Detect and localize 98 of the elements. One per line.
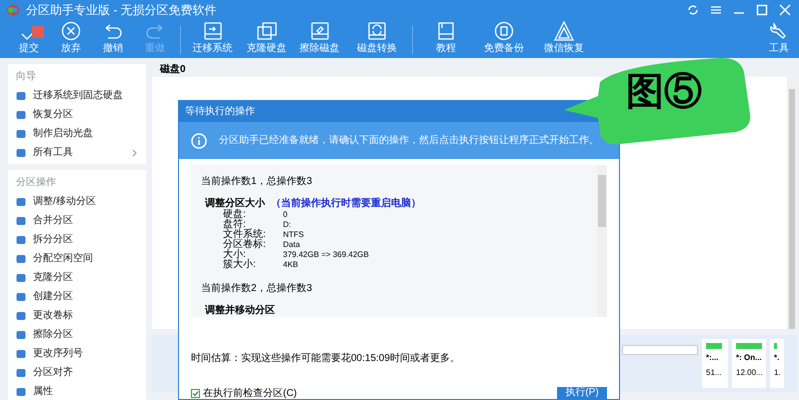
sidebar-item[interactable]: 更改序列号 xyxy=(16,344,138,363)
partition-size: 12.00... xyxy=(736,367,762,380)
square-icon xyxy=(16,148,26,158)
scrollbar[interactable] xyxy=(787,77,797,330)
square-icon xyxy=(16,234,26,244)
toolbar-button[interactable]: 提交 xyxy=(8,29,50,58)
section-heading: 向导 xyxy=(16,70,37,84)
chevron-right-icon xyxy=(132,148,138,156)
square-icon xyxy=(16,216,26,226)
field-value: NTFS xyxy=(283,230,304,240)
square-icon xyxy=(16,110,26,120)
sidebar-item[interactable]: 合并分区 xyxy=(16,211,138,230)
tools-button[interactable]: 工具 xyxy=(759,21,799,58)
list-scrollbar[interactable] xyxy=(597,165,607,317)
convert-drive-icon xyxy=(366,21,388,41)
square-icon xyxy=(16,330,26,340)
sidebar-item[interactable]: 属性 xyxy=(16,382,138,400)
toolbar-button[interactable]: 磁盘转换 xyxy=(346,21,408,58)
partition-size: 1. xyxy=(774,367,780,380)
app-logo-icon xyxy=(6,4,20,16)
disk-header: 磁盘0 xyxy=(158,62,187,77)
execute-button[interactable]: 执行(P) xyxy=(557,387,607,399)
sidebar-item[interactable]: 克隆分区 xyxy=(16,268,138,287)
field-label: 盘符: xyxy=(223,220,246,230)
menu-icon[interactable] xyxy=(710,4,722,16)
refresh-icon[interactable] xyxy=(687,4,699,16)
sidebar-item[interactable]: 调整/移动分区 xyxy=(16,192,138,211)
backup-icon xyxy=(494,21,514,41)
badge-icon xyxy=(32,26,44,38)
sidebar-item[interactable]: 恢复分区 xyxy=(16,105,138,124)
partition-name: *:... xyxy=(706,352,720,364)
time-estimate: 时间估算：实现这些操作可能需要花00:15:09时间或者更多。 xyxy=(191,352,461,365)
info-icon xyxy=(191,132,207,149)
operation-title: 调整分区大小 xyxy=(205,197,265,209)
partition-card[interactable]: *: On... 12.00... xyxy=(732,339,766,388)
square-icon xyxy=(16,128,26,138)
callout-text: 图⑤ xyxy=(626,70,702,114)
sidebar-item[interactable]: 迁移系统到固态硬盘 xyxy=(16,86,138,105)
sidebar-item[interactable]: 制作启动光盘 xyxy=(16,124,138,143)
toolbar-button[interactable]: 教程 xyxy=(417,21,475,58)
sidebar-item[interactable]: 分区对齐 xyxy=(16,363,138,382)
operation-note: （当前操作执行时需要重启电脑） xyxy=(271,197,421,210)
usage-bar xyxy=(706,343,722,350)
field-label: 大小: xyxy=(223,250,246,260)
square-icon xyxy=(16,90,26,100)
sidebar-item[interactable]: 擦除分区 xyxy=(16,325,138,344)
toolbar-button[interactable]: 微信恢复 xyxy=(533,21,595,58)
square-icon xyxy=(16,310,26,320)
sidebar-item[interactable]: 创建分区 xyxy=(16,287,138,306)
operation-title: 调整并移动分区 xyxy=(205,304,275,317)
field-label: 硬盘: xyxy=(223,210,247,220)
check-option[interactable]: 在执行前检查分区(C) xyxy=(191,387,297,399)
usage-bar xyxy=(736,343,762,350)
partition-name: *. xyxy=(774,352,780,364)
toolbar-button[interactable]: 免费备份 xyxy=(475,21,533,58)
field-value: D: xyxy=(283,220,291,230)
toolbar-button[interactable]: 撤销 xyxy=(92,23,134,58)
maximize-icon[interactable] xyxy=(756,4,768,16)
field-value: 0 xyxy=(283,210,288,220)
field-label: 文件系统: xyxy=(223,230,267,240)
triangle-icon xyxy=(553,21,575,41)
eraser-drive-icon xyxy=(308,21,330,41)
partition-name: *: On... xyxy=(736,352,762,364)
partition-size: 51... xyxy=(706,367,723,380)
square-icon xyxy=(16,272,26,282)
toolbar-button[interactable]: 克隆硬盘 xyxy=(240,21,293,58)
sidebar-item[interactable]: 分配空闲空间 xyxy=(16,249,138,268)
close-icon[interactable] xyxy=(779,4,791,16)
info-text: 分区助手已经准备就绪，请确认下面的操作，然后点击执行按钮让程序正式开始工作。 xyxy=(219,134,599,148)
toolbar-button[interactable]: 放弃 xyxy=(50,21,92,58)
sidebar-item[interactable]: 更改卷标 xyxy=(16,306,138,325)
cancel-icon xyxy=(61,21,81,41)
square-icon xyxy=(16,292,26,302)
field-label: 分区卷标: xyxy=(223,240,267,250)
usage-bar xyxy=(774,343,777,350)
square-icon xyxy=(16,386,26,396)
square-icon xyxy=(16,196,26,206)
window-title: 分区助手专业版 - 无损分区免费软件 xyxy=(26,2,217,19)
operation-count: 当前操作数1，总操作数3 xyxy=(201,175,314,188)
square-icon xyxy=(16,254,26,264)
field-value: 379.42GB => 369.42GB xyxy=(283,250,369,260)
partition-card[interactable]: *:... 51... xyxy=(702,339,728,388)
toolbar-button[interactable]: 擦除磁盘 xyxy=(293,21,346,58)
field-value: Data xyxy=(283,240,300,250)
copy-drive-icon xyxy=(256,21,278,41)
sidebar-item[interactable]: 拆分分区 xyxy=(16,230,138,249)
square-icon xyxy=(16,368,26,378)
book-icon xyxy=(436,21,456,41)
dialog-title: 等待执行的操作 xyxy=(185,104,255,120)
partition-card[interactable]: *. 1. xyxy=(770,339,784,388)
operation-count: 当前操作数2，总操作数3 xyxy=(201,282,314,295)
sidebar-item[interactable]: 所有工具 xyxy=(16,143,138,162)
square-icon xyxy=(16,348,26,358)
field-label: 簇大小: xyxy=(223,260,257,270)
section-heading: 分区操作 xyxy=(16,176,57,190)
field-value: 4KB xyxy=(283,260,298,270)
toolbar-button[interactable]: 迁移系统 xyxy=(185,21,240,58)
checkbox[interactable] xyxy=(191,388,200,398)
